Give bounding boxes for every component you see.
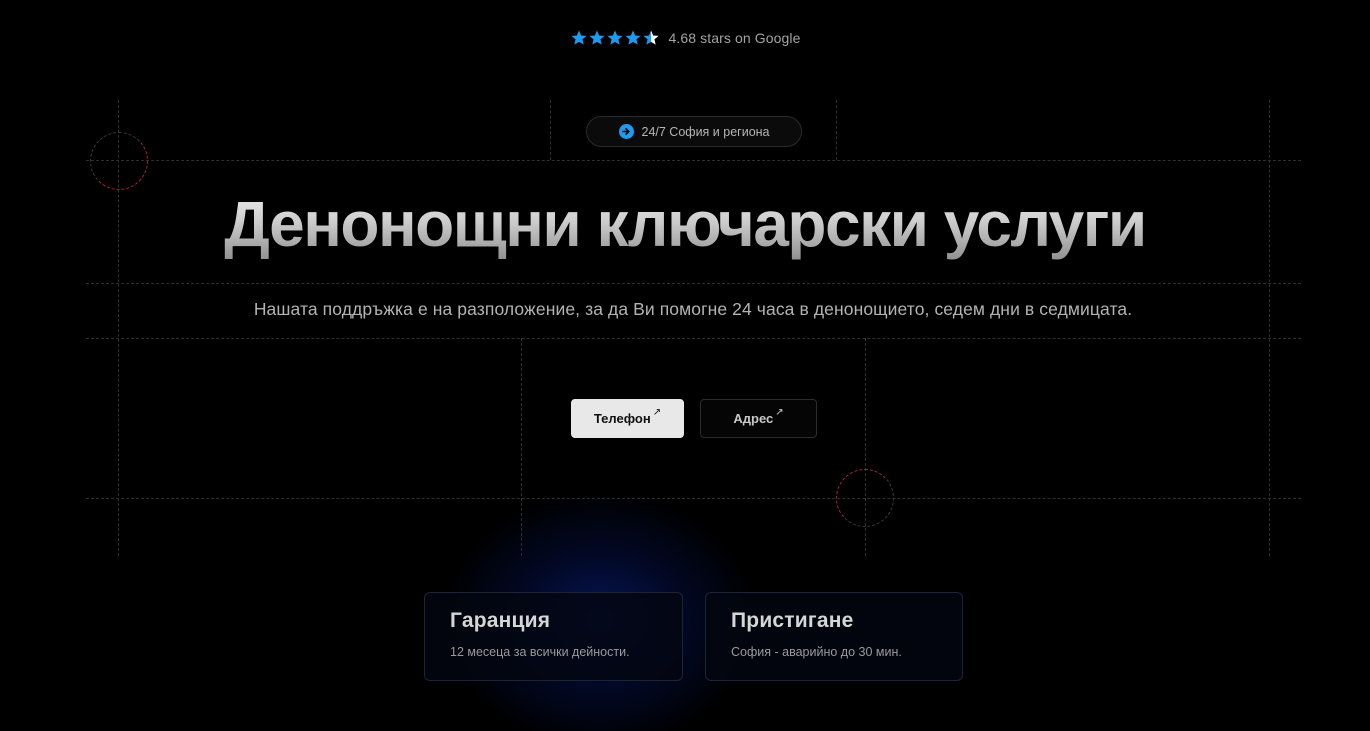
star-icon (607, 30, 622, 45)
star-icon (571, 30, 586, 45)
external-arrow-icon: ↗ (775, 407, 784, 418)
badge-text: 24/7 София и региона (641, 124, 770, 139)
external-arrow-icon: ↗ (652, 407, 662, 418)
page-subtitle: Нашата поддръжка е на разположение, за д… (253, 299, 1133, 319)
rating-stars (570, 29, 660, 47)
card-text: 12 месеца за всички дейности. (450, 645, 630, 659)
page-title: Денонощни ключарски услуги (0, 184, 1370, 264)
arrival-card: Пристигане София - аварийно до 30 мин. (705, 592, 963, 681)
address-button-label: Адрес (733, 411, 774, 426)
card-title: Гаранция (450, 609, 551, 632)
arrow-right-circle-icon (618, 124, 634, 139)
phone-button[interactable]: Телефон ↗ (571, 399, 684, 438)
grid-line (86, 338, 1301, 339)
grid-line (86, 160, 1301, 161)
star-icon (625, 30, 640, 45)
card-title: Пристигане (731, 609, 854, 632)
grid-line (836, 100, 837, 160)
card-text: София - аварийно до 30 мин. (731, 645, 902, 659)
grid-line (86, 498, 1301, 499)
grid-line (1269, 100, 1270, 556)
star-icon (589, 30, 604, 45)
decorative-circle (90, 132, 148, 190)
grid-line (521, 338, 522, 556)
page: 4.68 stars on Google 24/7 София и регион… (0, 0, 1370, 731)
google-rating: 4.68 stars on Google (0, 29, 1370, 47)
location-badge: 24/7 София и региона (586, 116, 802, 147)
half-star-icon (643, 30, 658, 45)
phone-button-label: Телефон (593, 411, 651, 426)
warranty-card: Гаранция 12 месеца за всички дейности. (424, 592, 683, 681)
address-button[interactable]: Адрес ↗ (700, 399, 817, 438)
decorative-circle (836, 469, 894, 527)
grid-line (550, 100, 551, 160)
rating-text: 4.68 stars on Google (668, 30, 801, 46)
grid-line (86, 283, 1301, 284)
